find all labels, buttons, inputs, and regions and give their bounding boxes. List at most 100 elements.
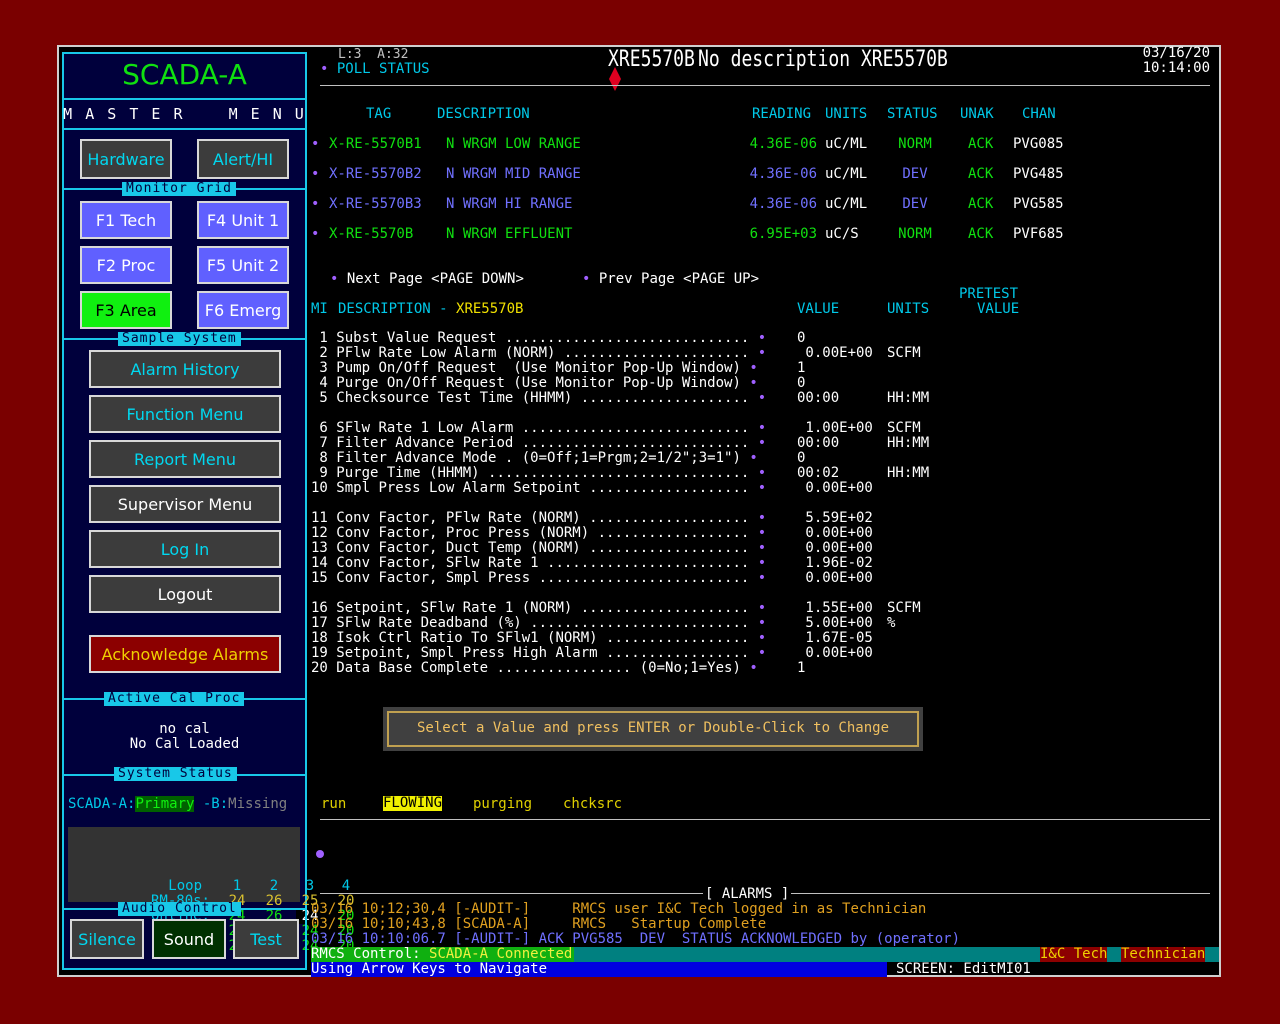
mi-row[interactable]: 6 SFlw Rate 1 Low Alarm ................… [311, 421, 766, 436]
report-menu-button[interactable]: Report Menu [89, 440, 281, 478]
sound-button[interactable]: Sound [152, 919, 226, 959]
row-bullet-icon[interactable]: • [311, 136, 319, 152]
mi-description: Conv Factor, PFlw Rate (NORM) ..........… [336, 510, 750, 526]
mi-row[interactable]: 8 Filter Advance Mode . (0=Off;1=Prgm;2=… [311, 451, 757, 466]
mi-row[interactable]: 13 Conv Factor, Duct Temp (NORM) .......… [311, 541, 766, 556]
system-status-label: System Status [114, 767, 237, 781]
row-bullet-icon[interactable]: • [311, 226, 319, 242]
function-menu-button[interactable]: Function Menu [89, 395, 281, 433]
mi-row[interactable]: 11 Conv Factor, PFlw Rate (NORM) .......… [311, 511, 766, 526]
mi-value[interactable]: 00:00 [797, 391, 839, 406]
mi-value[interactable]: 1.00E+00 [797, 421, 872, 436]
mi-value[interactable]: 1 [797, 361, 805, 376]
mi-row[interactable]: 7 Filter Advance Period ................… [311, 436, 766, 451]
mi-bullet-icon: • [757, 615, 767, 631]
row-bullet-icon[interactable]: • [311, 196, 319, 212]
mi-value[interactable]: 00:00 [797, 436, 839, 451]
screen-name: SCREEN: EditMI01 [896, 961, 1031, 977]
mi-row[interactable]: 15 Conv Factor, Smpl Press .............… [311, 571, 766, 586]
alarm-history-button[interactable]: Alarm History [89, 350, 281, 388]
mi-value[interactable]: 1 [797, 661, 805, 676]
mi-row[interactable]: 14 Conv Factor, SFlw Rate 1 ............… [311, 556, 766, 571]
mi-row[interactable]: 9 Purge Time (HHMM) ....................… [311, 466, 766, 481]
mi-row[interactable]: 16 Setpoint, SFlw Rate 1 (NORM) ........… [311, 601, 766, 616]
mi-value[interactable]: 0.00E+00 [797, 481, 872, 496]
mi-bullet-icon: • [757, 555, 767, 571]
mi-value[interactable]: 0 [797, 451, 805, 466]
test-button[interactable]: Test [233, 919, 299, 959]
mi-number: 17 [311, 615, 328, 631]
f2-proc-button[interactable]: F2 Proc [80, 246, 172, 284]
mi-number: 12 [311, 525, 328, 541]
mi-value[interactable]: 1.67E-05 [797, 631, 872, 646]
mi-description: Conv Factor, Proc Press (NORM) .........… [336, 525, 750, 541]
hardware-button[interactable]: Hardware [80, 139, 172, 179]
logout-button[interactable]: Logout [89, 575, 281, 613]
mi-value[interactable]: 0.00E+00 [797, 571, 872, 586]
mi-value[interactable]: 5.00E+00 [797, 616, 872, 631]
mi-number: 15 [311, 570, 328, 586]
log-in-button[interactable]: Log In [89, 530, 281, 568]
monitor-grid-label: Monitor Grid [122, 182, 236, 196]
loop-column-number: 1 [232, 878, 242, 894]
header-tag: XRE5570B [608, 47, 695, 72]
mi-bullet-icon: • [757, 465, 767, 481]
col-chan: CHAN [1022, 106, 1056, 122]
mi-row[interactable]: 20 Data Base Complete ................ (… [311, 661, 758, 676]
mi-row[interactable]: 5 Checksource Test Time (HHMM) .........… [311, 391, 766, 406]
mi-description: Smpl Press Low Alarm Setpoint ..........… [336, 480, 750, 496]
next-page-link[interactable]: • Next Page <PAGE DOWN> [330, 271, 524, 287]
header-divider [320, 85, 1210, 86]
mi-value[interactable]: 5.59E+02 [797, 511, 872, 526]
mi-row[interactable]: 3 Pump On/Off Request (Use Monitor Pop-U… [311, 361, 757, 376]
mi-bullet-icon: • [757, 510, 767, 526]
mi-number: 9 [311, 465, 328, 481]
f5-unit2-button[interactable]: F5 Unit 2 [197, 246, 289, 284]
missing-badge: Missing [228, 796, 288, 812]
diamond-icon [590, 48, 622, 91]
alarm-line-2[interactable]: 03/16 10;10;43,8 [SCADA-A] RMCS Startup … [311, 916, 766, 932]
input-cursor-icon[interactable] [316, 850, 324, 858]
silence-button[interactable]: Silence [70, 919, 144, 959]
mi-number: 13 [311, 540, 328, 556]
mi-value[interactable]: 0.00E+00 [797, 346, 872, 361]
no-cal-loaded-text: No Cal Loaded [129, 736, 240, 752]
f3-area-button[interactable]: F3 Area [80, 291, 172, 329]
row-description: N WRGM HI RANGE [446, 196, 573, 212]
acknowledge-alarms-button[interactable]: Acknowledge Alarms [89, 635, 281, 673]
audio-control-label: Audio Control [118, 902, 241, 916]
mi-col-description: DESCRIPTION - XRE5570B [338, 301, 524, 317]
mi-value[interactable]: 00:02 [797, 466, 839, 481]
mi-row[interactable]: 1 Subst Value Request ..................… [311, 331, 766, 346]
supervisor-menu-button[interactable]: Supervisor Menu [89, 485, 281, 523]
mi-value[interactable]: 1.55E+00 [797, 601, 872, 616]
f4-unit1-button[interactable]: F4 Unit 1 [197, 201, 289, 239]
row-unak: ACK [968, 196, 994, 212]
mi-row[interactable]: 18 Isok Ctrl Ratio To SFlw1 (NORM) .....… [311, 631, 766, 646]
mi-row[interactable]: 17 SFlw Rate Deadband (%) ..............… [311, 616, 766, 631]
time-text: 10:14:00 [1142, 60, 1210, 76]
mi-value[interactable]: 0.00E+00 [797, 541, 872, 556]
mi-row[interactable]: 4 Purge On/Off Request (Use Monitor Pop-… [311, 375, 757, 391]
mi-value[interactable]: 0 [797, 376, 805, 391]
alert-hi-button[interactable]: Alert/HI [197, 139, 289, 179]
poll-status[interactable]: • POLL STATUS [320, 61, 430, 77]
mi-value[interactable]: 0.00E+00 [797, 646, 872, 661]
mi-row[interactable]: 2 PFlw Rate Low Alarm (NORM) ...........… [311, 346, 766, 361]
prev-page-link[interactable]: • Prev Page <PAGE UP> [582, 271, 759, 287]
mi-number: 4 [311, 375, 328, 391]
hint-text: Using Arrow Keys to Navigate [311, 961, 548, 977]
mi-row[interactable]: 12 Conv Factor, Proc Press (NORM) ......… [311, 526, 766, 541]
row-bullet-icon[interactable]: • [311, 166, 319, 182]
f6-emerg-button[interactable]: F6 Emerg [197, 291, 289, 329]
alarm-line-1[interactable]: 03/16 10;12;30,4 [-AUDIT-] RMCS user I&C… [311, 901, 926, 917]
alarm-line-3[interactable]: 03/16 10:10:06.7 [-AUDIT-] ACK PVG585 DE… [311, 931, 960, 947]
mi-value[interactable]: 1.96E-02 [797, 556, 872, 571]
row-reading: 4.36E-06 [749, 196, 817, 212]
f1-tech-button[interactable]: F1 Tech [80, 201, 172, 239]
mi-value[interactable]: 0 [797, 331, 805, 346]
mi-row[interactable]: 19 Setpoint, Smpl Press High Alarm .....… [311, 646, 766, 661]
mi-value[interactable]: 0.00E+00 [797, 526, 872, 541]
row-chan: PVG485 [1013, 166, 1064, 182]
mi-row[interactable]: 10 Smpl Press Low Alarm Setpoint .......… [311, 481, 766, 496]
